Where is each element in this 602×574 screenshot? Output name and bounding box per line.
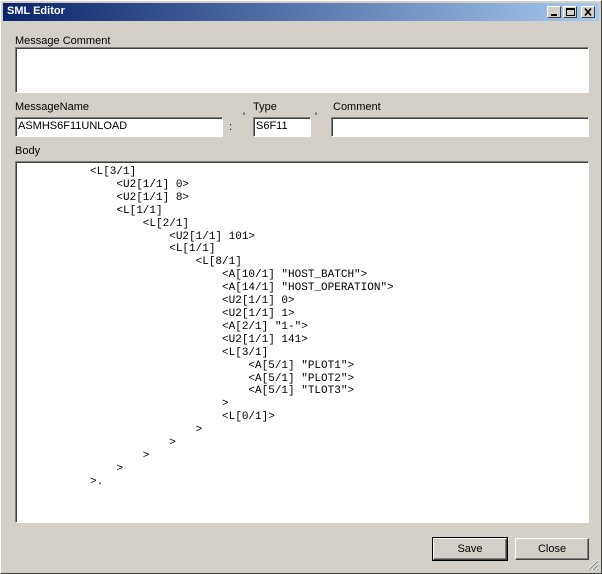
resize-grip-icon[interactable]: [587, 559, 599, 571]
message-name-field[interactable]: ASMHS6F11UNLOAD: [15, 117, 223, 137]
title-bar[interactable]: SML Editor: [3, 3, 599, 21]
comment-label: Comment: [333, 101, 381, 113]
minimize-icon: [551, 14, 557, 16]
message-name-label: MessageName: [15, 101, 89, 113]
sml-editor-window: SML Editor Message Comment MessageName A…: [0, 0, 602, 574]
maximize-icon: [566, 8, 575, 16]
message-comment-field[interactable]: [15, 47, 589, 93]
separator-quote-1: ': [243, 111, 246, 123]
close-dialog-button[interactable]: Close: [515, 538, 589, 560]
body-editor[interactable]: <L[3/1] <U2[1/1] 0> <U2[1/1] 8> <L[1/1] …: [15, 161, 589, 523]
type-label: Type: [253, 101, 277, 113]
maximize-button[interactable]: [563, 6, 577, 18]
minimize-button[interactable]: [547, 6, 561, 18]
body-text: <L[3/1] <U2[1/1] 0> <U2[1/1] 8> <L[1/1] …: [90, 166, 394, 488]
separator-colon: :: [229, 121, 233, 133]
window-title: SML Editor: [7, 5, 65, 17]
message-comment-label: Message Comment: [15, 35, 111, 47]
body-label: Body: [15, 145, 41, 157]
close-button[interactable]: [581, 6, 595, 18]
save-button[interactable]: Save: [432, 537, 508, 561]
type-field[interactable]: S6F11: [253, 117, 311, 137]
comment-field[interactable]: [331, 117, 589, 137]
close-icon: [584, 7, 592, 17]
separator-quote-2: ': [315, 111, 318, 123]
